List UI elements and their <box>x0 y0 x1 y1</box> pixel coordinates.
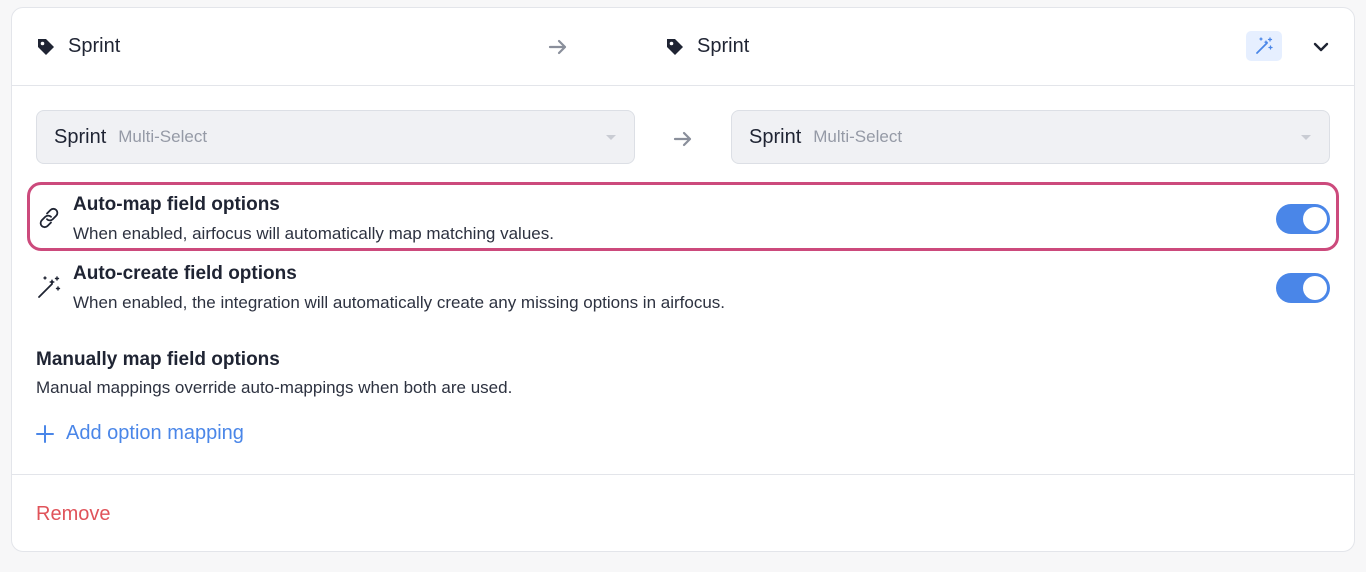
remove-button[interactable]: Remove <box>36 503 110 526</box>
dropdown-caret-icon <box>1301 135 1311 140</box>
auto-map-option: Auto-map field options When enabled, air… <box>36 188 1332 248</box>
toggle-knob <box>1303 207 1327 231</box>
target-field-label: Sprint <box>665 35 749 58</box>
magic-wand-icon <box>1256 37 1273 54</box>
auto-create-title: Auto-create field options <box>73 263 297 284</box>
arrow-right-icon <box>548 39 567 55</box>
mapping-header[interactable]: Sprint Sprint <box>12 8 1354 86</box>
auto-create-toggle[interactable] <box>1276 273 1330 303</box>
arrow-right-icon <box>673 131 692 147</box>
dropdown-caret-icon <box>606 135 616 140</box>
target-select-type: Multi-Select <box>813 127 903 146</box>
tag-icon <box>667 38 683 55</box>
magic-wand-icon <box>38 276 61 298</box>
auto-create-description: When enabled, the integration will autom… <box>73 293 726 312</box>
auto-map-toggle[interactable] <box>1276 204 1330 234</box>
chevron-down-icon[interactable] <box>1311 37 1331 57</box>
manual-mapping-title: Manually map field options <box>36 349 280 370</box>
auto-map-description: When enabled, airfocus will automaticall… <box>73 224 554 243</box>
target-select-name: Sprint <box>749 125 802 148</box>
source-field-label: Sprint <box>36 35 120 58</box>
source-select-name: Sprint <box>54 125 107 148</box>
toggle-knob <box>1303 276 1327 300</box>
source-select-type: Multi-Select <box>118 127 208 146</box>
add-option-mapping-label: Add option mapping <box>66 422 244 444</box>
source-field-name: Sprint <box>68 35 121 57</box>
manual-mapping-description: Manual mappings override auto-mappings w… <box>36 378 513 397</box>
auto-map-title: Auto-map field options <box>73 194 280 215</box>
add-option-mapping-button[interactable]: Add option mapping <box>36 422 244 445</box>
link-icon <box>39 207 59 229</box>
magic-wand-button[interactable] <box>1246 31 1282 61</box>
field-mapping-card: Sprint Sprint Sprint Multi-Select Sprint… <box>11 7 1355 552</box>
plus-icon <box>36 424 54 443</box>
target-field-select[interactable]: Sprint Multi-Select <box>731 110 1330 164</box>
source-field-select[interactable]: Sprint Multi-Select <box>36 110 635 164</box>
divider <box>12 474 1354 475</box>
target-field-name: Sprint <box>697 35 750 57</box>
auto-create-option: Auto-create field options When enabled, … <box>36 257 1332 317</box>
tag-icon <box>38 38 54 55</box>
